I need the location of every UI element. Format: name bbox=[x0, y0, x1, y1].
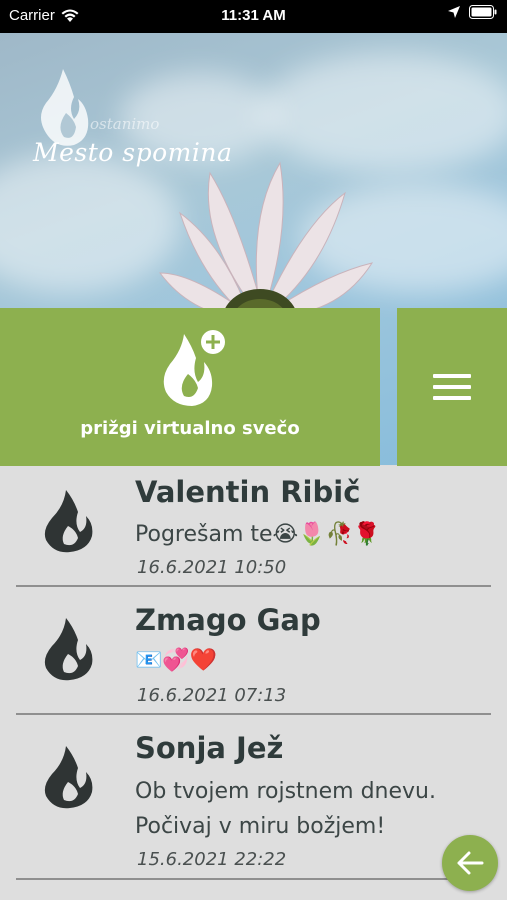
flame-icon bbox=[44, 746, 93, 809]
status-bar: Carrier 11:31 AM bbox=[0, 0, 507, 33]
status-time: 11:31 AM bbox=[221, 7, 286, 24]
battery-icon bbox=[469, 5, 497, 19]
back-button[interactable] bbox=[442, 835, 498, 891]
divider bbox=[16, 878, 491, 880]
flame-icon bbox=[44, 490, 93, 553]
back-arrow-icon bbox=[457, 851, 484, 875]
divider bbox=[16, 585, 491, 587]
add-candle-icon bbox=[163, 330, 225, 406]
list-item[interactable]: Valentin Ribič Pogrešam te😭🌷🥀🌹 16.6.2021… bbox=[0, 466, 507, 587]
menu-icon bbox=[433, 374, 471, 407]
menu-button[interactable] bbox=[397, 308, 507, 466]
logo-title: Mesto spomina bbox=[33, 138, 233, 167]
entry-name: Sonja Jež bbox=[135, 731, 284, 765]
candle-list: Valentin Ribič Pogrešam te😭🌷🥀🌹 16.6.2021… bbox=[0, 466, 507, 900]
location-arrow-icon bbox=[448, 6, 460, 18]
entry-date: 16.6.2021 07:13 bbox=[137, 685, 287, 706]
entry-message: Pogrešam te😭🌷🥀🌹 bbox=[135, 522, 381, 547]
entry-name: Zmago Gap bbox=[135, 603, 321, 637]
entry-date: 15.6.2021 22:22 bbox=[137, 849, 287, 870]
entry-message-line-2: Počivaj v miru božjem! bbox=[135, 814, 386, 839]
list-item[interactable]: Zmago Gap 📧💞❤️ 16.6.2021 07:13 bbox=[0, 594, 507, 715]
divider bbox=[16, 713, 491, 715]
light-candle-button[interactable]: prižgi virtualno svečo bbox=[0, 308, 380, 466]
logo-subtitle: ostanimo bbox=[90, 115, 160, 133]
entry-message-line-1: Ob tvojem rojstnem dnevu. bbox=[135, 779, 436, 804]
entry-message: 📧💞❤️ bbox=[135, 648, 218, 673]
light-candle-label: prižgi virtualno svečo bbox=[80, 418, 300, 439]
list-item[interactable]: Sonja Jež Ob tvojem rojstnem dnevu. Poči… bbox=[0, 722, 507, 882]
entry-date: 16.6.2021 10:50 bbox=[137, 557, 287, 578]
status-right bbox=[447, 5, 497, 19]
flame-icon bbox=[44, 618, 93, 681]
entry-name: Valentin Ribič bbox=[135, 475, 361, 509]
